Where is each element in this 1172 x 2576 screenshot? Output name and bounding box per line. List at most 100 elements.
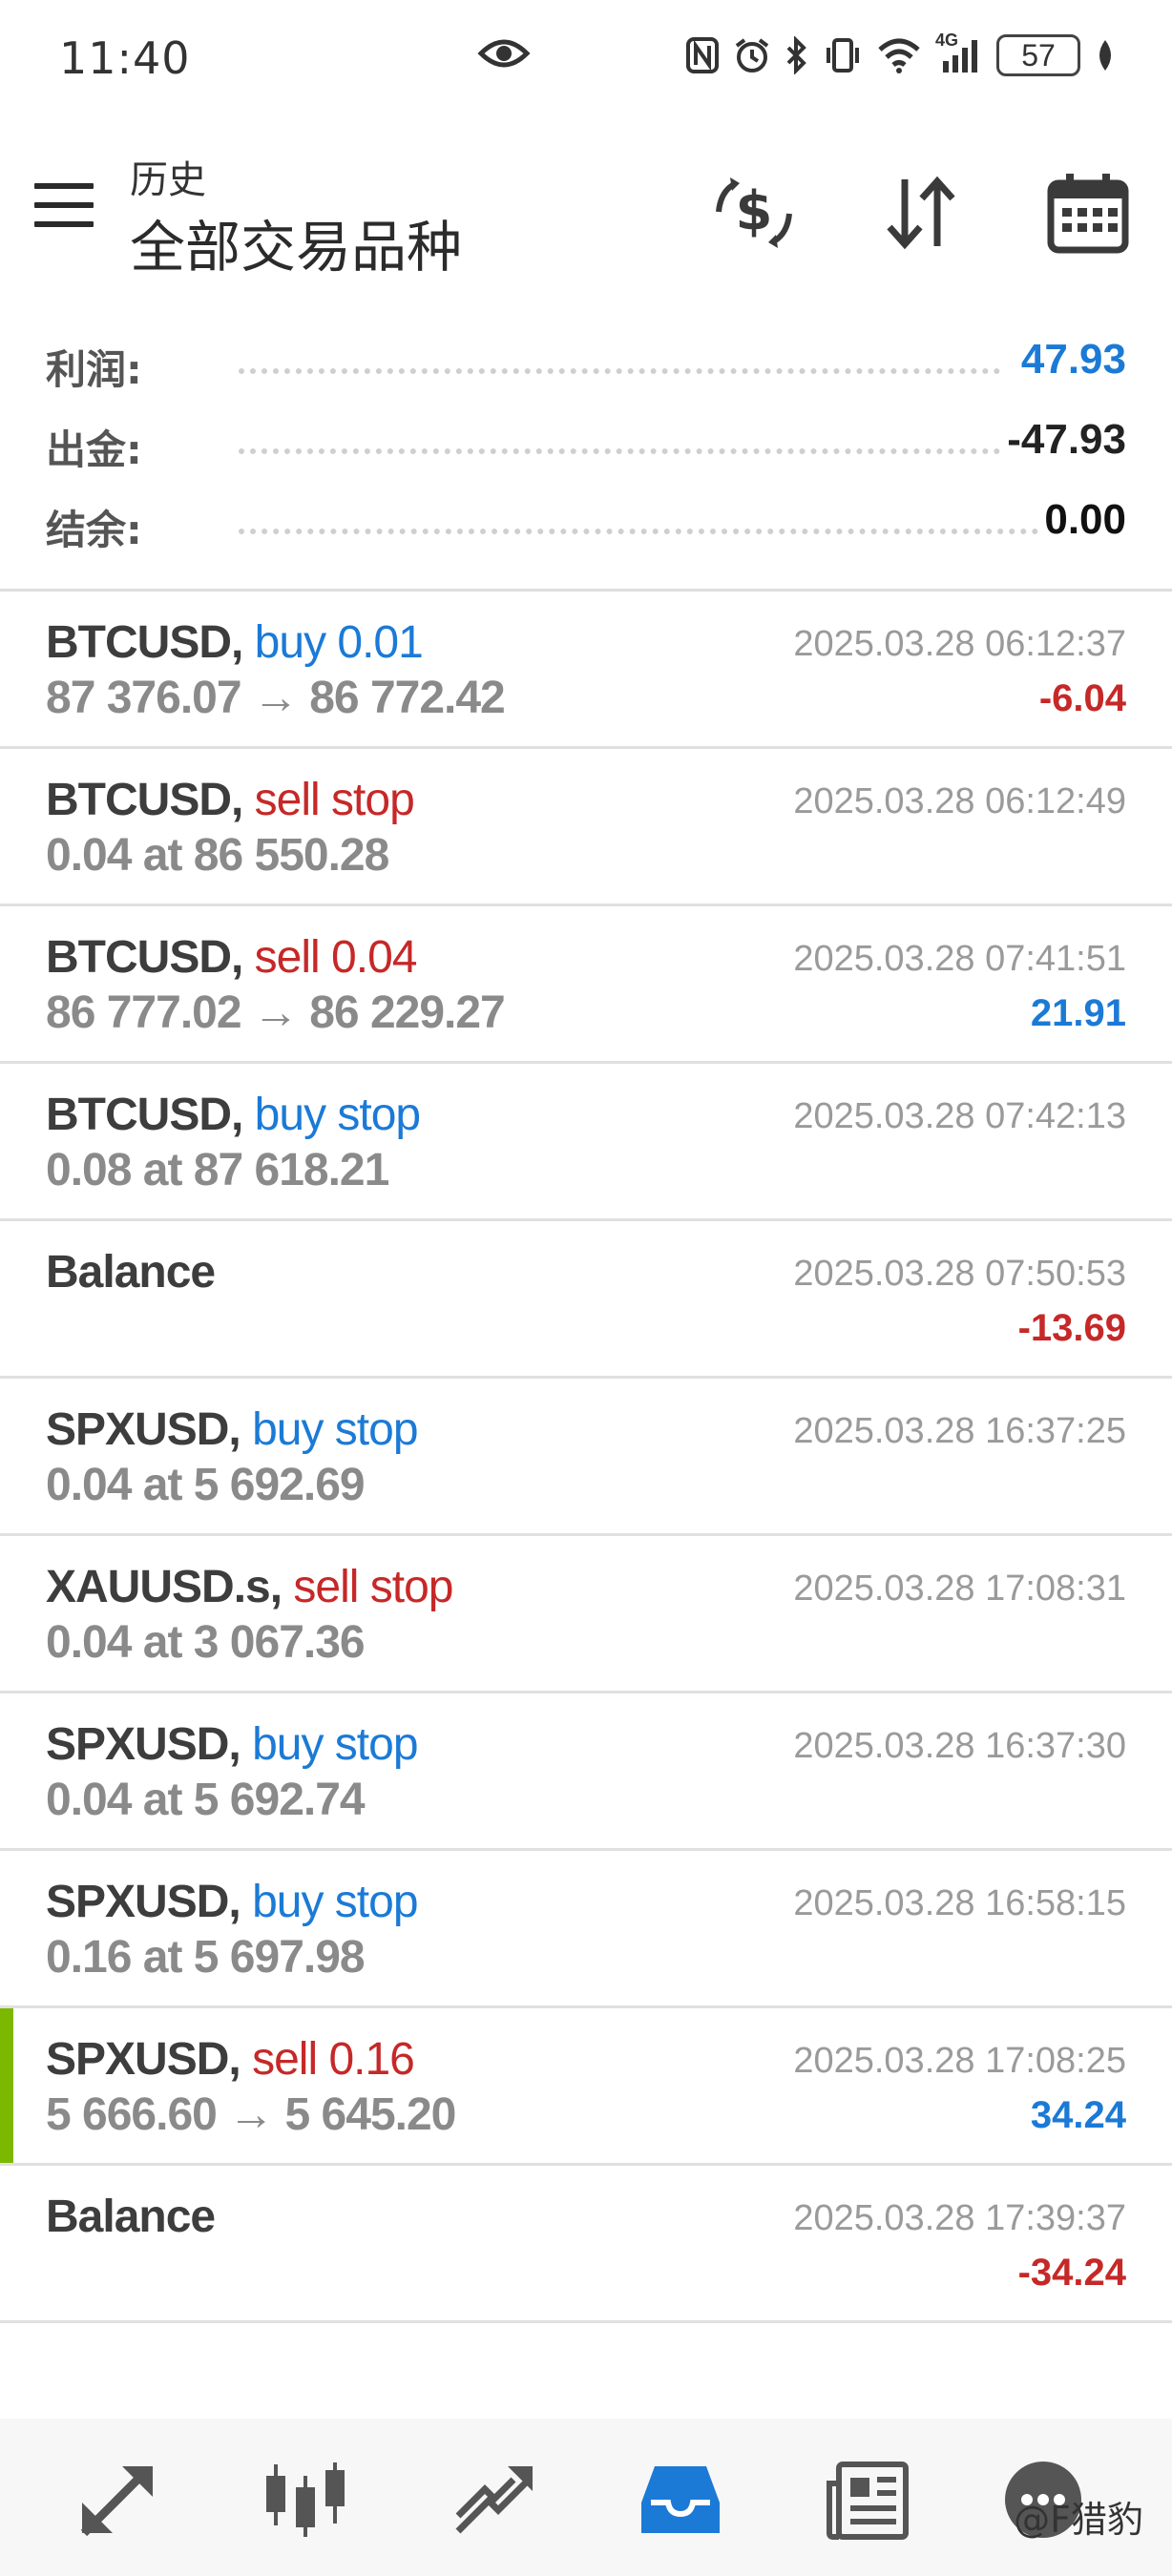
history-row[interactable]: SPXUSD, buy stop 0.16 at 5 697.98 2025.03.… [0, 1851, 1172, 2008]
alarm-icon [733, 36, 771, 74]
nfc-icon [685, 36, 720, 74]
row-title: BTCUSD, sell stop [46, 774, 415, 826]
order-detail: 0.04 at 86 550.28 [46, 830, 389, 881]
profit-label: 利润: [46, 346, 142, 393]
order-time: 2025.03.28 16:58:15 [793, 1883, 1126, 1923]
calendar-icon[interactable] [1045, 170, 1131, 256]
eye-icon [477, 34, 531, 76]
dollar-refresh-icon[interactable]: $ [711, 170, 797, 256]
order-action: buy stop [252, 1877, 418, 1927]
symbol-name: BTCUSD, [46, 932, 243, 983]
symbol-name: Balance [46, 1247, 216, 1298]
watermark: @F猎豹 [1014, 2499, 1143, 2541]
row-title: SPXUSD, sell 0.16 [46, 2033, 415, 2086]
order-time: 2025.03.28 07:41:51 [793, 939, 1126, 979]
dotted-leader [239, 529, 1038, 534]
history-row[interactable]: SPXUSD, sell 0.16 5 666.60 → 5 645.20 2025… [0, 2008, 1172, 2166]
status-icons: 4G 57 [685, 31, 1117, 76]
order-action: sell stop [254, 775, 415, 825]
order-action: buy 0.01 [254, 617, 424, 668]
order-action: buy stop [252, 1404, 418, 1455]
cell-signal-icon: 4G [935, 31, 983, 74]
order-detail: 86 777.02 → 86 229.27 [46, 987, 506, 1038]
order-action: sell stop [293, 1562, 453, 1612]
history-row[interactable]: BTCUSD, buy 0.01 87 376.07 → 86 772.42 202… [0, 592, 1172, 749]
order-action: sell 0.16 [252, 2034, 415, 2085]
order-detail: 0.08 at 87 618.21 [46, 1145, 389, 1195]
row-title: SPXUSD, buy stop [46, 1876, 419, 1928]
order-profit: -34.24 [1017, 2252, 1126, 2294]
balance-row[interactable]: Balance 2025.03.28 07:50:53 -13.69 [0, 1221, 1172, 1379]
order-detail: 5 666.60 → 5 645.20 [46, 2089, 456, 2140]
row-title: SPXUSD, buy stop [46, 1718, 419, 1771]
news-icon[interactable] [826, 2457, 911, 2543]
status-bar: 11:40 4G 57 [0, 0, 1172, 114]
order-profit: -13.69 [1017, 1307, 1126, 1349]
status-time: 11:40 [59, 32, 191, 84]
balance-label: 结余: [46, 507, 142, 553]
chart-icon[interactable] [262, 2457, 348, 2543]
order-detail: 0.04 at 3 067.36 [46, 1617, 366, 1668]
symbol-name: BTCUSD, [46, 617, 243, 668]
order-time: 2025.03.28 06:12:49 [793, 781, 1126, 821]
symbol-name: SPXUSD, [46, 1877, 241, 1927]
order-time: 2025.03.28 17:08:31 [793, 1568, 1126, 1609]
history-row[interactable]: BTCUSD, sell stop 0.04 at 86 550.28 2025.0… [0, 749, 1172, 906]
symbol-name: BTCUSD, [46, 775, 243, 825]
summary-withdraw-row: 出金: -47.93 [0, 405, 1172, 485]
symbol-name: XAUUSD.s, [46, 1562, 283, 1612]
row-title: Balance [46, 2191, 216, 2243]
order-detail: 0.04 at 5 692.69 [46, 1460, 366, 1510]
leaf-icon [1094, 36, 1117, 74]
row-title: BTCUSD, buy stop [46, 1089, 421, 1141]
order-action: sell 0.04 [254, 932, 418, 983]
page-title[interactable]: 全部交易品种 [130, 202, 462, 282]
order-detail: 87 376.07 → 86 772.42 [46, 673, 506, 723]
row-title: BTCUSD, sell 0.04 [46, 931, 418, 984]
bottom-nav: @F猎豹 [0, 2419, 1172, 2576]
order-time: 2025.03.28 16:37:25 [793, 1411, 1126, 1451]
withdraw-value: -47.93 [1007, 416, 1126, 463]
order-time: 2025.03.28 17:08:25 [793, 2041, 1126, 2081]
symbol-name: SPXUSD, [46, 2034, 241, 2085]
wifi-icon [876, 36, 922, 74]
order-time: 2025.03.28 07:50:53 [793, 1254, 1126, 1294]
order-action: buy stop [254, 1090, 421, 1140]
symbol-name: Balance [46, 2192, 216, 2242]
order-profit: 34.24 [1030, 2094, 1126, 2136]
history-row[interactable]: BTCUSD, buy stop 0.08 at 87 618.21 2025.03… [0, 1064, 1172, 1221]
menu-icon[interactable] [34, 183, 94, 231]
order-detail: 0.16 at 5 697.98 [46, 1932, 366, 1983]
bluetooth-icon [785, 36, 809, 74]
row-title: BTCUSD, buy 0.01 [46, 616, 424, 669]
row-title: Balance [46, 1246, 216, 1298]
symbol-name: BTCUSD, [46, 1090, 243, 1140]
withdraw-label: 出金: [46, 426, 142, 473]
history-icon[interactable] [638, 2457, 723, 2543]
vibrate-icon [823, 36, 863, 74]
profit-value: 47.93 [1020, 336, 1126, 383]
row-title: XAUUSD.s, sell stop [46, 1561, 454, 1613]
order-profit: -6.04 [1038, 677, 1126, 719]
summary-balance-row: 结余: 0.00 [0, 485, 1172, 565]
history-row[interactable]: SPXUSD, buy stop 0.04 at 5 692.74 2025.03.… [0, 1693, 1172, 1851]
summary-profit-row: 利润: 47.93 [0, 324, 1172, 405]
order-time: 2025.03.28 16:37:30 [793, 1726, 1126, 1766]
balance-row[interactable]: Balance 2025.03.28 17:39:37 -34.24 [0, 2166, 1172, 2323]
history-list: BTCUSD, buy 0.01 87 376.07 → 86 772.42 202… [0, 592, 1172, 2323]
dotted-leader [239, 368, 1000, 374]
dotted-leader [239, 448, 1000, 454]
history-row[interactable]: BTCUSD, sell 0.04 86 777.02 → 86 229.27 20… [0, 906, 1172, 1064]
sort-icon[interactable] [878, 170, 964, 256]
row-title: SPXUSD, buy stop [46, 1403, 419, 1456]
app-bar: 历史 全部交易品种 $ [0, 134, 1172, 286]
order-detail: 0.04 at 5 692.74 [46, 1775, 366, 1825]
history-row[interactable]: SPXUSD, buy stop 0.04 at 5 692.69 2025.03.… [0, 1379, 1172, 1536]
balance-value: 0.00 [1044, 496, 1126, 543]
quotes-icon[interactable] [74, 2457, 160, 2543]
history-row[interactable]: XAUUSD.s, sell stop 0.04 at 3 067.36 2025.… [0, 1536, 1172, 1693]
order-action: buy stop [252, 1719, 418, 1770]
trade-icon[interactable] [450, 2457, 536, 2543]
svg-text:$: $ [736, 180, 773, 242]
symbol-name: SPXUSD, [46, 1719, 241, 1770]
